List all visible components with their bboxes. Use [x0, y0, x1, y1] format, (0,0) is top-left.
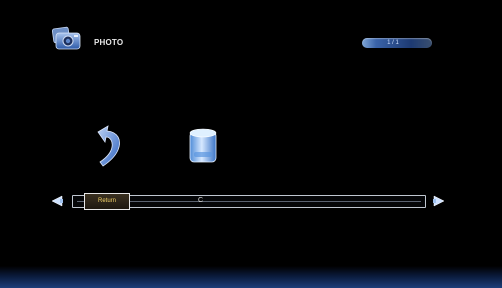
photo-camera-icon [51, 26, 81, 50]
disk-drive-icon[interactable] [186, 126, 220, 166]
bottom-glow-bar [0, 266, 502, 288]
page-indicator-pill: 1 / 1 [362, 38, 432, 48]
current-path: C [198, 197, 204, 204]
return-button[interactable]: Return [84, 193, 130, 210]
scroll-left-arrow-icon[interactable] [50, 194, 64, 208]
photo-browser-screen: PHOTO 1 / 1 Return C [0, 0, 502, 288]
app-title: PHOTO [94, 38, 124, 47]
scroll-right-arrow-icon[interactable] [432, 194, 446, 208]
return-arrow-icon[interactable] [92, 124, 124, 168]
page-indicator: 1 / 1 [387, 40, 399, 46]
